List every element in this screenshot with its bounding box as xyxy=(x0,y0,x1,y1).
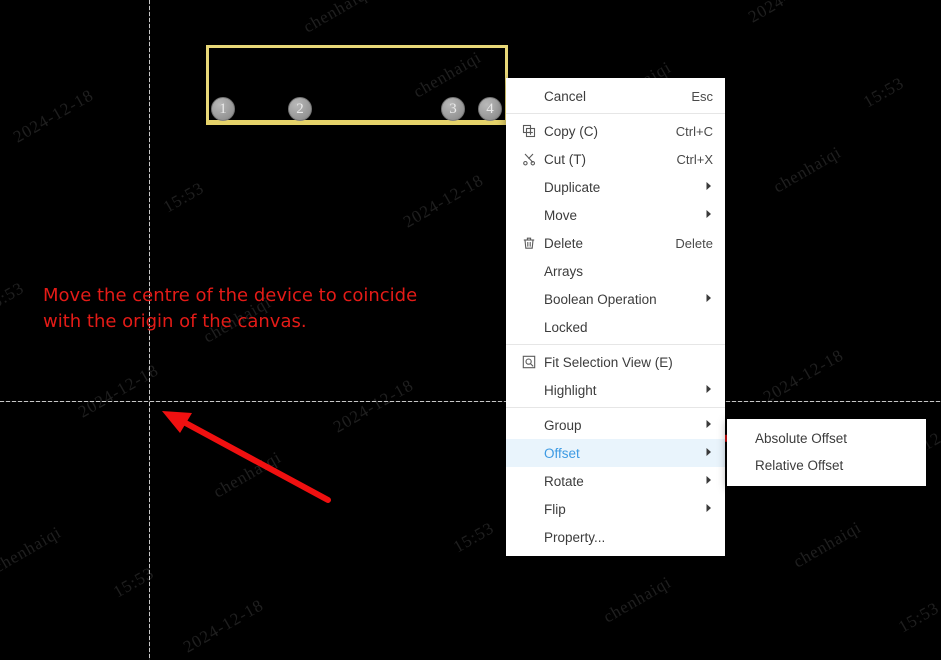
copy-icon xyxy=(520,123,538,139)
watermark: 15:53 xyxy=(450,518,498,557)
vertex-marker-1[interactable]: 1 xyxy=(211,97,235,121)
icon-placeholder xyxy=(520,88,538,104)
menu-item-duplicate[interactable]: Duplicate xyxy=(506,173,725,201)
menu-item-label: Move xyxy=(544,207,578,223)
watermark: 2024-12-18 xyxy=(745,0,832,27)
menu-item-arrays[interactable]: Arrays xyxy=(506,257,725,285)
watermark: 15:53 xyxy=(160,178,208,217)
menu-item-cancel[interactable]: Cancel Esc xyxy=(506,82,725,110)
submenu-item-label: Absolute Offset xyxy=(755,431,848,446)
chevron-right-icon xyxy=(703,503,713,515)
submenu-item-label: Relative Offset xyxy=(755,458,844,473)
menu-item-move[interactable]: Move xyxy=(506,201,725,229)
watermark: chenhaiqi xyxy=(790,517,865,572)
menu-item-shortcut: Delete xyxy=(675,235,713,251)
menu-item-group[interactable]: Group xyxy=(506,411,725,439)
icon-placeholder xyxy=(520,382,538,398)
watermark: chenhaiqi xyxy=(210,447,285,502)
watermark: 15:53 xyxy=(0,278,28,317)
menu-item-rotate[interactable]: Rotate xyxy=(506,467,725,495)
menu-item-label: Group xyxy=(544,417,582,433)
menu-item-shortcut: Esc xyxy=(691,88,713,104)
chevron-right-icon xyxy=(703,447,713,459)
icon-placeholder xyxy=(520,179,538,195)
icon-placeholder xyxy=(520,445,538,461)
watermark: 15:53 xyxy=(895,598,941,637)
canvas-horizontal-axis xyxy=(0,401,941,402)
chevron-right-icon xyxy=(703,181,713,193)
watermark: chenhaiqi xyxy=(0,522,65,577)
menu-item-label: Offset xyxy=(544,445,580,461)
icon-placeholder xyxy=(520,207,538,223)
menu-item-label: Locked xyxy=(544,319,588,335)
menu-item-highlight[interactable]: Highlight xyxy=(506,376,725,404)
menu-separator xyxy=(506,407,725,408)
menu-item-label: Arrays xyxy=(544,263,584,279)
menu-item-shortcut: Ctrl+C xyxy=(675,123,713,139)
device-base-bar xyxy=(206,120,508,125)
icon-placeholder xyxy=(520,529,538,545)
chevron-right-icon xyxy=(703,419,713,431)
icon-placeholder xyxy=(520,291,538,307)
menu-item-boolean-operation[interactable]: Boolean Operation xyxy=(506,285,725,313)
vertex-marker-2[interactable]: 2 xyxy=(288,97,312,121)
application-window: chenhaiqi 2024-12-18 chenhaiqi 15:53 202… xyxy=(0,0,941,660)
watermark: 15:53 xyxy=(860,73,908,112)
trash-icon xyxy=(520,235,538,251)
arrow-to-origin xyxy=(162,411,331,503)
annotation-text: Move the centre of the device to coincid… xyxy=(43,285,418,332)
menu-item-locked[interactable]: Locked xyxy=(506,313,725,341)
watermark: 2024-12-18 xyxy=(760,345,847,407)
watermark: chenhaiqi xyxy=(600,572,675,627)
chevron-right-icon xyxy=(703,384,713,396)
offset-submenu[interactable]: Absolute Offset Relative Offset xyxy=(727,419,926,486)
vertex-marker-4[interactable]: 4 xyxy=(478,97,502,121)
watermark: chenhaiqi xyxy=(770,142,845,197)
drawing-canvas[interactable]: chenhaiqi 2024-12-18 chenhaiqi 15:53 202… xyxy=(0,0,941,660)
menu-item-offset[interactable]: Offset xyxy=(506,439,725,467)
menu-item-label: Fit Selection View (E) xyxy=(544,354,673,370)
menu-separator xyxy=(506,344,725,345)
menu-item-flip[interactable]: Flip xyxy=(506,495,725,523)
menu-item-property[interactable]: Property... xyxy=(506,523,725,551)
menu-item-fit-selection-view-e[interactable]: Fit Selection View (E) xyxy=(506,348,725,376)
icon-placeholder xyxy=(520,263,538,279)
context-menu[interactable]: Cancel Esc Copy (C) Ctrl+C Cut (T) Ctrl+X Dupl… xyxy=(506,78,725,556)
menu-item-label: Copy (C) xyxy=(544,123,599,139)
scissors-icon xyxy=(520,151,538,167)
menu-item-cut-t[interactable]: Cut (T) Ctrl+X xyxy=(506,145,725,173)
watermark: 2024-12-18 xyxy=(10,85,97,147)
icon-placeholder xyxy=(520,473,538,489)
watermark: 2024-12-18 xyxy=(180,595,267,657)
chevron-right-icon xyxy=(703,209,713,221)
watermark: 15:53 xyxy=(110,563,158,602)
chevron-right-icon xyxy=(703,475,713,487)
submenu-item-relative-offset[interactable]: Relative Offset xyxy=(727,452,926,479)
menu-item-label: Duplicate xyxy=(544,179,601,195)
menu-item-shortcut: Ctrl+X xyxy=(676,151,713,167)
menu-item-label: Cut (T) xyxy=(544,151,586,167)
watermark: chenhaiqi xyxy=(300,0,375,37)
menu-item-copy-c[interactable]: Copy (C) Ctrl+C xyxy=(506,117,725,145)
menu-item-label: Cancel xyxy=(544,88,587,104)
icon-placeholder xyxy=(520,417,538,433)
menu-item-label: Boolean Operation xyxy=(544,291,657,307)
menu-item-label: Delete xyxy=(544,235,584,251)
menu-separator xyxy=(506,113,725,114)
submenu-item-absolute-offset[interactable]: Absolute Offset xyxy=(727,425,926,452)
menu-item-label: Flip xyxy=(544,501,566,517)
watermark: 2024-12-18 xyxy=(400,170,487,232)
fit-view-icon xyxy=(520,354,538,370)
vertex-marker-3[interactable]: 3 xyxy=(441,97,465,121)
menu-item-label: Highlight xyxy=(544,382,597,398)
menu-item-label: Rotate xyxy=(544,473,584,489)
chevron-right-icon xyxy=(703,293,713,305)
icon-placeholder xyxy=(520,319,538,335)
menu-item-delete[interactable]: Delete Delete xyxy=(506,229,725,257)
menu-item-label: Property... xyxy=(544,529,606,545)
watermark: 2024-12-18 xyxy=(330,375,417,437)
icon-placeholder xyxy=(520,501,538,517)
